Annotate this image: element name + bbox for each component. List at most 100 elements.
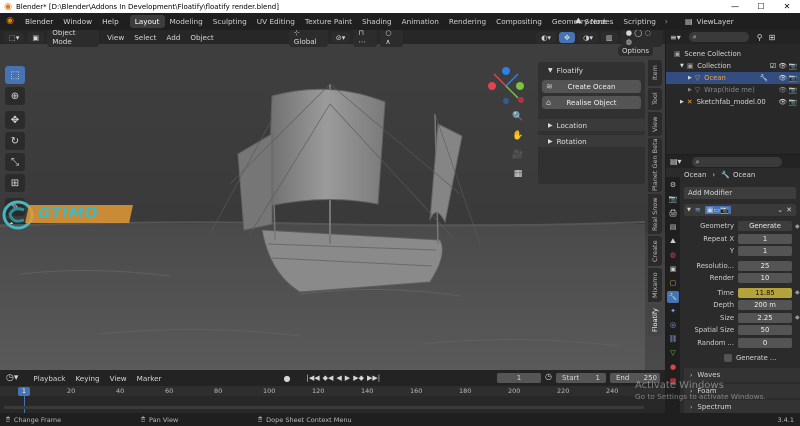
menu-marker[interactable]: Marker [132, 374, 167, 383]
pivot-icon[interactable]: ⊘▾ [330, 31, 351, 43]
world-tab-icon[interactable]: ◍ [667, 249, 679, 261]
menu-playback[interactable]: Playback [28, 374, 70, 383]
menu-select[interactable]: Select [129, 33, 161, 42]
camera-icon[interactable]: 📷 [789, 74, 797, 82]
collapse-arrow-icon[interactable]: ▼ [687, 207, 691, 213]
scene-icon[interactable]: ⛰ [575, 16, 582, 26]
menu-keying[interactable]: Keying [70, 374, 104, 383]
editor-type-icon[interactable]: ⬚▾ [4, 31, 25, 43]
next-keyframe-icon[interactable]: ▶◆ [353, 374, 364, 382]
tab-tool[interactable]: Tool [648, 88, 662, 110]
checkbox-icon[interactable] [724, 353, 732, 362]
tool-tab-icon[interactable]: ⚙ [667, 179, 679, 191]
tab-animation[interactable]: Animation [397, 15, 444, 28]
gizmo-toggle-icon[interactable]: ✥ [559, 31, 576, 43]
maximize-button[interactable]: ☐ [748, 0, 774, 13]
constraints-tab-icon[interactable]: ⛓ [667, 333, 679, 345]
properties-type-icon[interactable]: ▤▾ [670, 157, 682, 166]
spatial-size-input[interactable]: 50 [738, 325, 792, 336]
jump-start-icon[interactable]: |◀◀ [307, 374, 320, 382]
tab-rendering[interactable]: Rendering [444, 15, 491, 28]
menu-help[interactable]: Help [97, 17, 124, 26]
keyframe-dot-icon[interactable]: ◆ [795, 223, 800, 230]
play-icon[interactable]: ▶ [345, 374, 350, 382]
material-tab-icon[interactable]: ● [667, 361, 679, 373]
output-tab-icon[interactable]: 🖨 [667, 207, 679, 219]
zoom-icon[interactable]: 🔍 [511, 112, 525, 126]
timeline-scrollbar[interactable] [4, 406, 644, 409]
outliner-type-icon[interactable]: ≡▾ [670, 33, 681, 42]
tab-create[interactable]: Create [648, 236, 662, 266]
tab-texture-paint[interactable]: Texture Paint [300, 15, 357, 28]
repeat-y-input[interactable]: 1 [738, 246, 792, 257]
preview-range-icon[interactable]: ◷ [545, 372, 552, 381]
menu-add[interactable]: Add [161, 33, 185, 42]
checkbox-icon[interactable]: ☑ [770, 62, 776, 70]
prev-keyframe-icon[interactable]: ◆◀ [323, 374, 334, 382]
repeat-x-input[interactable]: 1 [738, 233, 792, 244]
tab-shading[interactable]: Shading [357, 15, 397, 28]
random-seed-input[interactable]: 0 [738, 337, 792, 348]
render-input[interactable]: 10 [738, 273, 792, 284]
realise-object-button[interactable]: ⌂ Realise Object [542, 96, 641, 109]
camera-icon[interactable]: 📷 [789, 62, 797, 70]
rotation-section[interactable]: ▶ Rotation [538, 135, 645, 147]
menu-view[interactable]: View [102, 33, 129, 42]
eye-icon[interactable]: 👁 [778, 62, 787, 70]
tab-view[interactable]: View [648, 112, 662, 136]
playhead[interactable]: 1 [18, 387, 30, 396]
outliner-row-sketchfab[interactable]: ▶ ✕ Sketchfab_model.00 👁 📷 [666, 96, 800, 108]
outliner-row-wrap[interactable]: ▶ ▽ Wrap(hide me) 👁 📷 [666, 84, 800, 96]
camera-icon[interactable]: 📷 [789, 98, 797, 106]
outliner-row-collection[interactable]: ▼ ▣ Collection ☑ 👁 📷 [666, 60, 800, 72]
blender-menu-icon[interactable]: ◉ [3, 16, 17, 28]
overlay-icon[interactable]: ◑▾ [578, 31, 598, 43]
view-layer-tab-icon[interactable]: ▤ [667, 221, 679, 233]
3d-viewport[interactable]: ⬚▾ ▣ Object Mode View Select Add Object … [0, 30, 665, 370]
modifier-tab-icon[interactable]: 🔧 [667, 291, 679, 303]
tab-item[interactable]: Item [648, 60, 662, 86]
visibility-icon[interactable]: ◐▾ [536, 31, 557, 43]
properties-search-icon[interactable]: ⌕ [691, 156, 782, 167]
menu-object[interactable]: Object [185, 33, 218, 42]
menu-window[interactable]: Window [58, 17, 97, 26]
tab-layout[interactable]: Layout [129, 15, 165, 28]
tab-sculpting[interactable]: Sculpting [208, 15, 252, 28]
depth-input[interactable]: 200 m [738, 300, 792, 311]
jump-end-icon[interactable]: ▶▶| [367, 374, 380, 382]
location-section[interactable]: ▶ Location [538, 119, 645, 131]
new-collection-icon[interactable]: ⊞ [769, 33, 776, 42]
xray-icon[interactable]: ▥ [600, 31, 618, 43]
add-modifier-button[interactable]: Add Modifier [684, 187, 796, 199]
select-mode-icon[interactable]: ▣ [27, 31, 45, 43]
particles-tab-icon[interactable]: ✦ [667, 305, 679, 317]
geometry-dropdown[interactable]: Generate [738, 221, 792, 232]
tab-compositing[interactable]: Compositing [491, 15, 547, 28]
filter-icon[interactable]: ⚲ [757, 33, 763, 42]
eye-icon[interactable]: 👁 [778, 98, 787, 106]
modifier-header[interactable]: ▼ ≋ ▣▭📷 ⌄ ✕ [684, 204, 796, 216]
record-icon[interactable]: ● [284, 374, 291, 383]
collapse-arrow-icon[interactable]: ▼ [548, 67, 553, 74]
camera-view-icon[interactable]: 🎥 [511, 150, 525, 164]
pan-hand-icon[interactable]: ✋ [511, 131, 525, 145]
expand-arrow-icon[interactable]: ▶ [688, 87, 692, 93]
outliner-row-ocean[interactable]: ▶ ▽ Ocean 🔧 👁 📷 [666, 72, 800, 84]
close-window-button[interactable]: ✕ [774, 0, 800, 13]
expand-arrow-icon[interactable]: ▼ [680, 63, 684, 69]
render-tab-icon[interactable]: 📷 [667, 193, 679, 205]
tab-floatify[interactable]: Floatify [648, 304, 662, 336]
expand-arrow-icon[interactable]: ▶ [688, 75, 692, 81]
play-reverse-icon[interactable]: ◀ [336, 374, 341, 382]
perspective-grid-icon[interactable]: ▦ [511, 169, 525, 183]
collection-tab-icon[interactable]: ▣ [667, 263, 679, 275]
modifier-menu-icon[interactable]: ⌄ [777, 206, 783, 214]
remove-modifier-icon[interactable]: ✕ [786, 206, 792, 214]
view-layer-name[interactable]: ViewLayer [697, 17, 734, 26]
outliner-row-scene-collection[interactable]: ▣ Scene Collection [666, 48, 800, 60]
menu-blender[interactable]: Blender [20, 17, 58, 26]
minimize-button[interactable]: — [722, 0, 748, 13]
navigation-gizmo[interactable] [486, 66, 526, 106]
tab-planet-gen-beta[interactable]: Planet Gen Beta [648, 138, 662, 192]
physics-tab-icon[interactable]: ◎ [667, 319, 679, 331]
